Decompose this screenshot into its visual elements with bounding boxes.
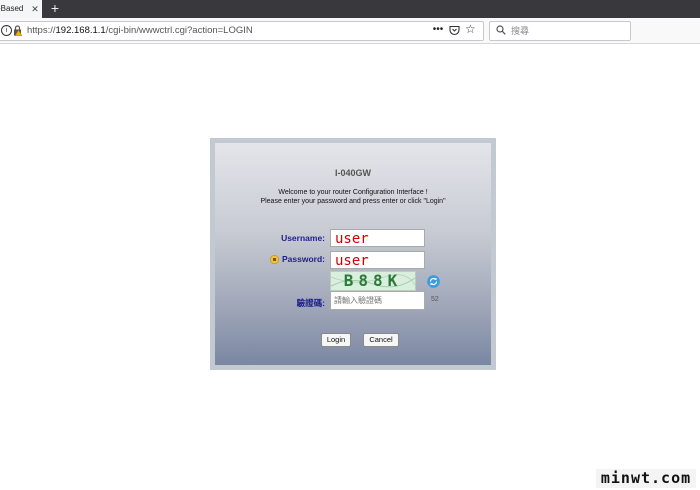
lock-warning-icon[interactable] (13, 25, 22, 36)
search-placeholder: 搜尋 (511, 26, 530, 36)
welcome-text: Welcome to your router Configuration Int… (215, 188, 491, 206)
password-value: user (335, 253, 369, 269)
info-icon[interactable]: i (1, 25, 12, 36)
pocket-icon[interactable] (449, 25, 460, 36)
nav-bar: i https://192.168.1.1/cgi-bin/wwwctrl.cg… (0, 18, 700, 44)
plus-icon[interactable]: + (48, 0, 62, 18)
more-dots-icon[interactable]: ••• (431, 23, 445, 37)
password-field[interactable]: user (330, 251, 425, 269)
captcha-counter: 52 (431, 296, 439, 303)
browser-tab[interactable]: -Based ✕ (0, 0, 42, 18)
search-bar[interactable]: 搜尋 (489, 21, 631, 41)
password-label: Password: (282, 254, 325, 264)
url-path: /cgi-bin/wwwctrl.cgi?action=LOGIN (105, 25, 253, 36)
cancel-button[interactable]: Cancel (363, 333, 399, 347)
refresh-icon[interactable] (427, 275, 440, 288)
tab-strip: -Based ✕ + (0, 0, 700, 18)
tab-title: -Based (0, 4, 24, 13)
search-icon (496, 25, 506, 35)
star-icon[interactable]: ☆ (465, 22, 477, 37)
login-button[interactable]: Login (321, 333, 351, 347)
url-bar[interactable]: i https://192.168.1.1/cgi-bin/wwwctrl.cg… (0, 21, 484, 41)
watermark: minwt.com (596, 469, 696, 488)
captcha-label: 驗證碼: (296, 298, 325, 308)
username-value: user (335, 231, 369, 247)
captcha-placeholder: 請輸入驗證碼 (334, 296, 382, 305)
login-panel-frame: I-040GW Welcome to your router Configura… (210, 138, 496, 370)
device-title: I-040GW (334, 168, 371, 178)
captcha-text: B88K (343, 271, 403, 290)
url-scheme: https:// (27, 25, 56, 36)
captcha-field[interactable]: 請輸入驗證碼 (330, 291, 425, 310)
url-text[interactable]: https://192.168.1.1/cgi-bin/wwwctrl.cgi?… (27, 24, 253, 38)
username-field[interactable]: user (330, 229, 425, 247)
login-panel: I-040GW Welcome to your router Configura… (215, 143, 491, 365)
captcha-image: B88K (330, 271, 416, 291)
username-label: Username: (281, 233, 325, 243)
close-icon[interactable]: ✕ (30, 0, 40, 18)
url-host: 192.168.1.1 (55, 25, 106, 36)
welcome-line-1: Welcome to your router Configuration Int… (278, 189, 428, 196)
welcome-line-2: Please enter your password and press ent… (260, 198, 446, 205)
